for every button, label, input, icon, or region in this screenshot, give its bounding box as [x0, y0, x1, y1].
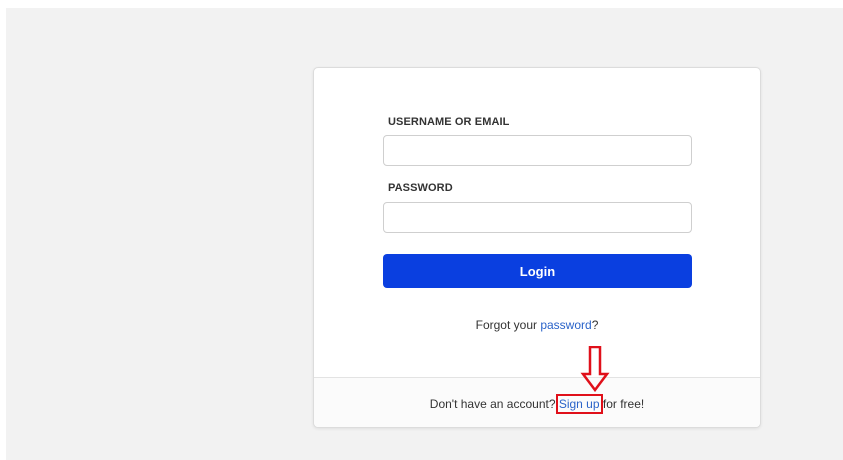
login-button[interactable]: Login — [383, 254, 692, 288]
password-label: PASSWORD — [388, 182, 453, 194]
username-label: USERNAME OR EMAIL — [388, 116, 510, 128]
signup-link[interactable]: Sign up — [555, 394, 603, 414]
forgot-prefix-text: Forgot your — [475, 318, 541, 332]
down-arrow-icon — [580, 346, 610, 392]
login-card: USERNAME OR EMAIL PASSWORD Login Forgot … — [313, 67, 761, 428]
forgot-suffix-text: ? — [591, 318, 599, 332]
username-input[interactable] — [383, 135, 692, 166]
signup-row: Don't have an account? Sign up for free! — [314, 394, 760, 414]
signup-suffix-text: for free! — [599, 397, 645, 411]
signup-prefix-text: Don't have an account? — [429, 397, 559, 411]
forgot-password-link[interactable]: password — [540, 318, 591, 332]
password-input[interactable] — [383, 202, 692, 233]
forgot-password-row: Forgot your password? — [314, 318, 760, 332]
